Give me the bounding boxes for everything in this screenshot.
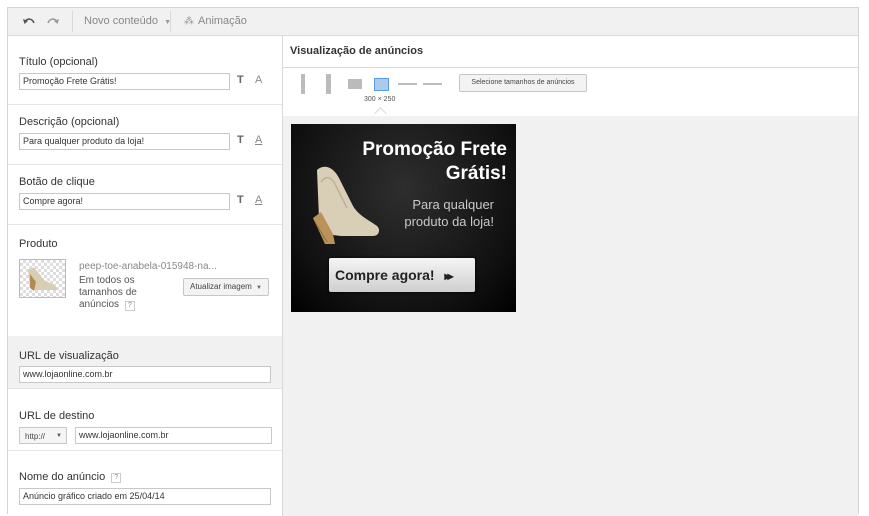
size-medium-rectangle-icon[interactable] xyxy=(374,78,389,91)
ad-name-label-row: Nome do anúncio ? xyxy=(19,471,122,483)
button-text-input[interactable]: Compre agora! xyxy=(19,193,230,210)
ad-headline-1: Promoção Frete xyxy=(362,139,507,160)
update-image-button[interactable]: Atualizar imagem ▼ xyxy=(183,278,269,296)
animation-label: Animação xyxy=(198,15,247,27)
destination-url-input[interactable]: www.lojaonline.com.br xyxy=(75,427,272,444)
size-leaderboard-icon[interactable] xyxy=(423,83,442,85)
text-format-icon[interactable]: T xyxy=(237,74,244,86)
destination-url-section: URL de destino http:// ▼ www.lojaonline.… xyxy=(8,388,282,451)
button-section: Botão de clique Compre agora! T A xyxy=(8,164,282,225)
display-url-label: URL de visualização xyxy=(19,350,119,362)
font-color-icon[interactable]: A xyxy=(255,134,262,146)
chevron-down-icon: ▼ xyxy=(256,285,262,291)
update-image-label: Atualizar imagem xyxy=(190,282,252,291)
help-icon[interactable]: ? xyxy=(124,301,135,311)
chevron-down-icon: ▼ xyxy=(56,433,62,439)
text-format-icon[interactable]: T xyxy=(237,194,244,206)
toolbar-separator xyxy=(170,11,171,32)
product-filename: peep-toe-anabela-015948-na... xyxy=(79,261,217,272)
product-label: Produto xyxy=(19,238,58,250)
preview-title: Visualização de anúncios xyxy=(290,45,424,57)
destination-url-label: URL de destino xyxy=(19,410,95,422)
help-icon[interactable]: ? xyxy=(111,473,122,483)
ad-name-input[interactable]: Anúncio gráfico criado em 25/04/14 xyxy=(19,488,271,505)
ad-preview[interactable]: Promoção Frete Grátis! Para qualquer pro… xyxy=(291,124,516,312)
title-input[interactable]: Promoção Frete Grátis! xyxy=(19,73,230,90)
display-url-input[interactable]: www.lojaonline.com.br xyxy=(19,366,271,383)
protocol-select[interactable]: http:// ▼ xyxy=(19,427,67,444)
undo-icon[interactable] xyxy=(22,16,36,27)
button-label: Botão de clique xyxy=(19,176,95,188)
new-content-menu[interactable]: Novo conteúdo ▼ xyxy=(84,8,171,35)
size-wide-skyscraper-icon[interactable] xyxy=(326,74,331,94)
size-square-icon[interactable] xyxy=(348,79,362,89)
new-content-label: Novo conteúdo xyxy=(84,15,158,27)
size-banner-icon[interactable] xyxy=(398,83,417,85)
ad-size-bar: 300 × 250 Selecione tamanhos de anúncios xyxy=(283,67,858,120)
ad-cta-button[interactable]: Compre agora! ▸▸ xyxy=(329,258,475,292)
text-format-icon[interactable]: T xyxy=(237,134,244,146)
protocol-value: http:// xyxy=(25,432,46,441)
size-skyscraper-icon[interactable] xyxy=(301,74,305,94)
description-section: Descrição (opcional) Para qualquer produ… xyxy=(8,104,282,165)
font-color-icon[interactable]: A xyxy=(255,194,262,206)
ad-cta-label: Compre agora! xyxy=(335,267,435,283)
title-section: Título (opcional) Promoção Frete Grátis!… xyxy=(8,36,282,105)
ad-editor: Novo conteúdo ▼ ⁂ Animação Título (opcion… xyxy=(7,7,859,516)
preview-panel: Visualização de anúncios 300 × 250 Selec… xyxy=(283,36,858,516)
description-label: Descrição (opcional) xyxy=(19,116,120,128)
ad-description-2: produto da loja! xyxy=(404,214,494,229)
description-input[interactable]: Para qualquer produto da loja! xyxy=(19,133,230,150)
title-label: Título (opcional) xyxy=(19,56,98,68)
product-section: Produto peep-toe-anabela-015948-na... Em… xyxy=(8,224,282,337)
ad-name-section: Nome do anúncio ? Anúncio gráfico criado… xyxy=(8,450,282,516)
shoe-icon xyxy=(28,267,58,291)
ad-name-label: Nome do anúncio xyxy=(19,471,106,483)
sparkle-icon: ⁂ xyxy=(184,16,194,27)
ad-headline-2: Grátis! xyxy=(445,163,507,184)
preview-canvas: Promoção Frete Grátis! Para qualquer pro… xyxy=(283,116,858,516)
animation-button[interactable]: ⁂ Animação xyxy=(184,8,247,35)
redo-icon[interactable] xyxy=(46,16,60,27)
select-ad-sizes-button[interactable]: Selecione tamanhos de anúncios xyxy=(459,74,587,92)
font-color-icon[interactable]: A xyxy=(255,74,262,86)
edit-panel: Título (opcional) Promoção Frete Grátis!… xyxy=(8,36,283,516)
product-sizes-text: Em todos os tamanhos de anúncios ? xyxy=(79,275,159,311)
fast-forward-icon: ▸▸ xyxy=(444,269,453,283)
product-thumbnail xyxy=(19,259,66,298)
toolbar-separator xyxy=(72,11,73,32)
ad-description-1: Para qualquer xyxy=(412,197,494,212)
shoe-image xyxy=(313,166,380,244)
display-url-section: URL de visualização www.lojaonline.com.b… xyxy=(8,336,282,389)
selected-size-label: 300 × 250 xyxy=(364,96,396,103)
toolbar: Novo conteúdo ▼ ⁂ Animação xyxy=(8,8,858,36)
